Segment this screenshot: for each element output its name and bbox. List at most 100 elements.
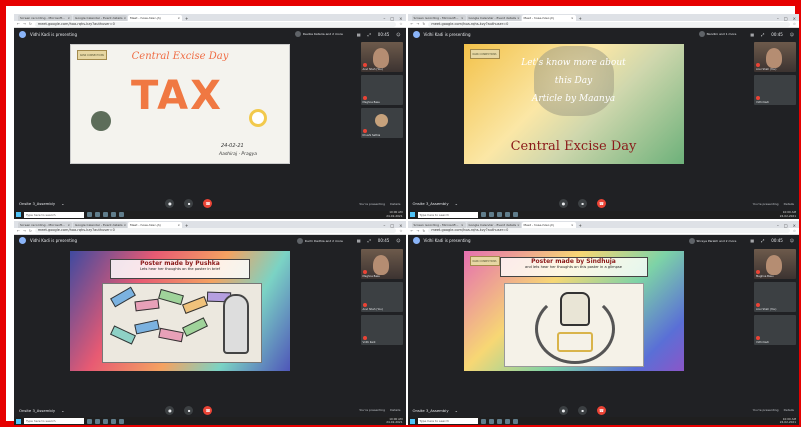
app-icon[interactable] [119,418,124,424]
people-icon[interactable]: ☺ [396,32,400,37]
camera-button[interactable]: ▪ [184,199,194,208]
close-icon[interactable]: × [571,16,574,20]
chrome-icon[interactable] [504,212,510,217]
participant-tile[interactable]: Meghna Basu [754,248,796,279]
participant-tile[interactable]: Vidhi Kadi [754,75,796,105]
details-link[interactable]: Details [390,408,400,412]
star-icon[interactable]: ☆ [793,22,796,26]
close-icon[interactable]: × [177,223,180,227]
participant-tile[interactable]: Meghna Basu [360,248,403,279]
taskbar-search-input[interactable]: Type here to search [417,418,478,424]
reload-icon[interactable]: ↻ [422,22,425,26]
participant-tile[interactable]: Khushi Sethia [360,108,403,138]
close-icon[interactable]: × [177,16,180,20]
people-icon[interactable]: ☺ [396,238,400,243]
close-icon[interactable]: × [67,16,70,20]
end-call-button[interactable]: ☎ [203,199,213,208]
url-field[interactable]: meet.google.com/hoa-rqhs-kzy?authuser=0 [428,228,790,233]
windows-start-icon[interactable] [16,418,21,424]
participant-tile[interactable]: Anvi Shah (You) [360,281,403,312]
chrome-icon[interactable] [111,212,116,217]
reload-icon[interactable]: ↻ [29,229,32,233]
forward-icon[interactable]: → [23,22,26,26]
grid-layout-icon[interactable]: ▦ [357,32,361,37]
close-icon[interactable]: × [461,16,464,20]
close-icon[interactable]: × [67,223,70,227]
participant-tile[interactable]: Anvi Shah (You) [754,281,796,312]
system-clock[interactable]: 10:00 AM 24-02-2021 [386,417,405,424]
forward-icon[interactable]: → [416,22,419,26]
system-clock[interactable]: 10:00 AM 24-02-2021 [386,211,405,218]
mic-button[interactable]: ● [165,199,175,208]
system-clock[interactable]: 10:00 AM 24-02-2021 [780,417,799,424]
chevron-down-icon[interactable]: ⌄ [455,408,458,413]
forward-icon[interactable]: → [416,229,419,233]
close-icon[interactable]: × [461,223,464,227]
windows-start-icon[interactable] [409,212,415,217]
participant-tile[interactable]: Anvi Shah (You) [754,42,796,72]
forward-icon[interactable]: → [23,229,26,233]
chevron-down-icon[interactable]: ⌄ [61,201,64,206]
participants-chip[interactable]: Nandini and 1 more [698,31,736,37]
folder-icon[interactable] [103,212,108,217]
close-icon[interactable]: × [124,223,127,227]
chrome-icon[interactable] [504,418,510,424]
participants-chip[interactable]: Shreya Parakh and 2 more [688,237,736,244]
system-clock[interactable]: 10:00 AM 24-02-2021 [780,211,799,218]
people-icon[interactable]: ☺ [790,32,794,37]
app-icon[interactable] [119,212,124,217]
taskbar-search-input[interactable]: Type here to search [24,211,84,218]
taskbar-search-input[interactable]: Type here to search [24,418,84,424]
folder-icon[interactable] [496,212,502,217]
folder-icon[interactable] [496,418,502,424]
details-link[interactable]: Details [784,202,794,206]
edge-icon[interactable] [488,418,494,424]
participant-tile[interactable]: Anvi Shah (You) [360,42,403,72]
participants-chip[interactable]: Ruchi Dedhia and 2 more [296,237,343,244]
task-view-icon[interactable] [87,212,92,217]
grid-layout-icon[interactable]: ▦ [750,32,754,37]
windows-start-icon[interactable] [409,418,415,424]
details-link[interactable]: Details [784,408,794,412]
end-call-button[interactable]: ☎ [596,405,606,415]
edge-icon[interactable] [95,212,100,217]
folder-icon[interactable] [103,418,108,424]
participant-tile[interactable]: Vidhi Kadi [360,314,403,345]
close-icon[interactable]: × [517,223,520,227]
back-icon[interactable]: ← [17,229,20,233]
star-icon[interactable]: ☆ [399,229,402,233]
star-icon[interactable]: ☆ [399,22,402,26]
close-icon[interactable]: × [124,16,127,20]
end-call-button[interactable]: ☎ [596,199,606,208]
chevron-down-icon[interactable]: ⌄ [61,408,64,413]
camera-button[interactable]: ▪ [184,405,194,415]
back-icon[interactable]: ← [411,229,414,233]
url-field[interactable]: meet.google.com/hoa-rqhs-kzy?authuser=0 [34,21,397,27]
close-icon[interactable]: × [517,16,520,20]
end-call-button[interactable]: ☎ [203,405,213,415]
participant-tile[interactable]: Vidhi Kadi [754,314,796,345]
details-link[interactable]: Details [390,202,400,206]
url-field[interactable]: meet.google.com/hoa-rqhs-kzy?authuser=0 [34,228,397,233]
grid-layout-icon[interactable]: ▦ [357,238,361,243]
url-field[interactable]: meet.google.com/hoa-rqhs-kzy?authuser=0 [428,21,790,27]
fullscreen-icon[interactable]: ⤢ [761,238,764,243]
fullscreen-icon[interactable]: ⤢ [368,238,371,243]
edge-icon[interactable] [488,212,494,217]
mic-button[interactable]: ● [558,405,568,415]
task-view-icon[interactable] [480,418,486,424]
camera-button[interactable]: ▪ [577,405,587,415]
people-icon[interactable]: ☺ [790,238,794,243]
edge-icon[interactable] [95,418,100,424]
mic-button[interactable]: ● [558,199,568,208]
participant-tile[interactable]: Meghna Basu [360,75,403,105]
chevron-down-icon[interactable]: ⌄ [455,201,458,206]
grid-layout-icon[interactable]: ▦ [750,238,754,243]
app-icon[interactable] [512,418,518,424]
camera-button[interactable]: ▪ [577,199,587,208]
back-icon[interactable]: ← [411,22,414,26]
task-view-icon[interactable] [87,418,92,424]
back-icon[interactable]: ← [17,22,20,26]
star-icon[interactable]: ☆ [793,229,796,233]
windows-start-icon[interactable] [16,212,21,217]
